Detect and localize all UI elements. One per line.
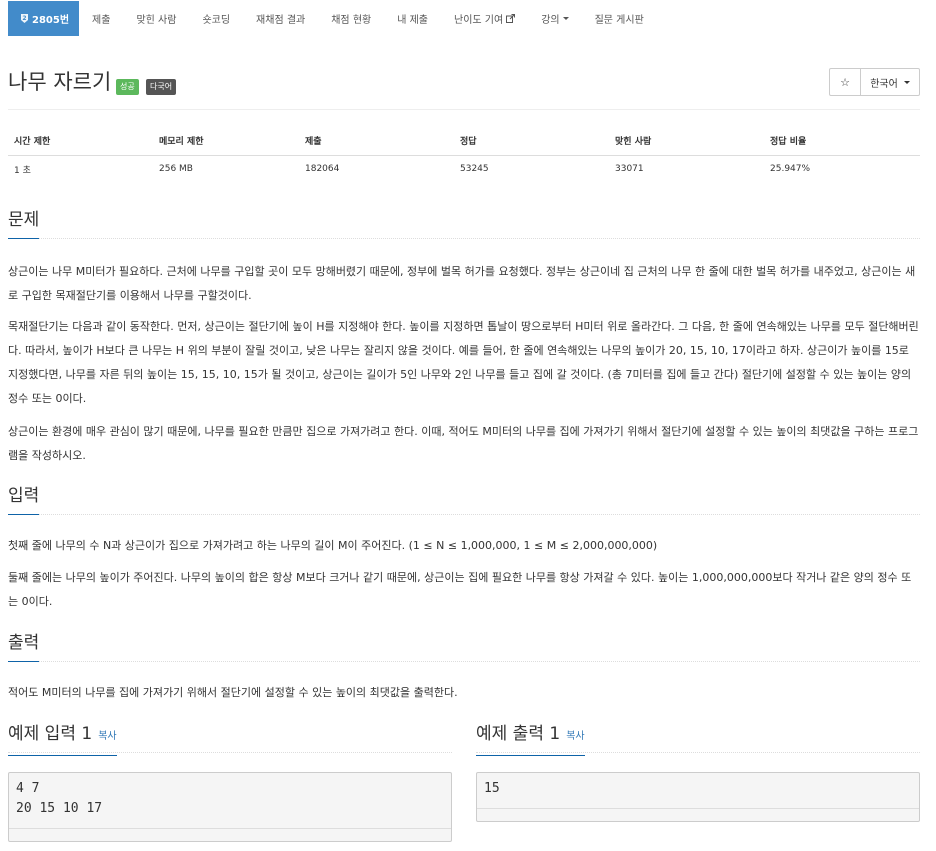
section-heading: 예제 출력 1 복사 <box>476 722 585 756</box>
sample-output-title: 예제 출력 1 <box>476 724 561 744</box>
table-row: 1 초 256 MB 182064 53245 33071 25.947% <box>8 155 920 183</box>
description-paragraph: 목재절단기는 다음과 같이 동작한다. 먼저, 상근이는 절단기에 높이 H를 … <box>8 320 919 405</box>
star-icon: ☆ <box>840 75 850 89</box>
external-link-icon <box>506 14 516 23</box>
tab-short-coding[interactable]: 숏코딩 <box>189 1 243 36</box>
section-description-header: 문제 <box>8 208 920 239</box>
column-header: 정답 <box>454 126 609 156</box>
problem-header: 나무 자르기 성공 다국어 ☆ 한국어 <box>8 66 920 110</box>
tab-label: 난이도 기여 <box>454 15 504 26</box>
section-heading: 출력 <box>8 631 40 662</box>
tab-solved-users[interactable]: 맞힌 사람 <box>123 1 189 36</box>
column-header: 정답 비율 <box>764 126 920 156</box>
tab-label: 질문 게시판 <box>594 15 644 26</box>
language-select-label: 한국어 <box>870 78 898 90</box>
sample-box-footer <box>477 808 919 821</box>
memory-limit-cell: 256 MB <box>159 164 193 175</box>
tab-lectures-dropdown[interactable]: 강의 <box>528 1 581 36</box>
tab-submit[interactable]: 제출 <box>79 1 123 36</box>
tab-label: 제출 <box>92 15 111 26</box>
accept-ratio-cell: 25.947% <box>770 164 811 175</box>
tab-difficulty-contribution[interactable]: 난이도 기여 <box>441 1 528 36</box>
copy-sample-output-link[interactable]: 복사 <box>566 731 584 742</box>
description-paragraph: 상근이는 환경에 매우 관심이 많기 때문에, 나무를 필요한 만큼만 집으로 … <box>8 425 919 462</box>
table-header-row: 시간 제한 메모리 제한 제출 정답 맞힌 사람 정답 비율 <box>8 126 920 156</box>
sample-input-box[interactable]: 4 7 20 15 10 17 <box>8 772 452 842</box>
tab-label: 내 제출 <box>397 15 428 26</box>
input-paragraph: 첫째 줄에 나무의 수 N과 상근이가 집으로 가져가려고 하는 나무의 길이 … <box>8 539 658 552</box>
submissions-cell: 182064 <box>305 164 340 175</box>
section-output-header: 출력 <box>8 631 920 662</box>
problem-info-table: 시간 제한 메모리 제한 제출 정답 맞힌 사람 정답 비율 1 초 256 M… <box>8 126 920 183</box>
caret-down-icon <box>903 80 910 84</box>
tab-label: 숏코딩 <box>202 15 231 26</box>
tab-label: 2805번 <box>32 15 70 26</box>
tab-my-submissions[interactable]: 내 제출 <box>384 1 441 36</box>
tab-label: 강의 <box>541 15 560 26</box>
tab-label: 채점 현황 <box>331 15 372 26</box>
tab-rejudge-results[interactable]: 재채점 결과 <box>243 1 318 36</box>
problem-title: 나무 자르기 <box>8 70 112 94</box>
favorite-star-button[interactable]: ☆ <box>829 68 861 96</box>
tab-problem-number[interactable]: 2 2805번 <box>8 1 80 36</box>
copy-sample-input-link[interactable]: 복사 <box>98 731 116 742</box>
tab-label: 맞힌 사람 <box>136 15 177 26</box>
column-header: 제출 <box>299 126 454 156</box>
column-header: 시간 제한 <box>8 126 153 156</box>
output-paragraph: 적어도 M미터의 나무를 집에 가져가기 위해서 절단기에 설정할 수 있는 높… <box>8 686 458 699</box>
description-paragraph: 상근이는 나무 M미터가 필요하다. 근처에 나무를 구입할 곳이 모두 망해버… <box>8 265 916 302</box>
sample-input-header: 예제 입력 1 복사 <box>8 722 452 756</box>
sample-output-box[interactable]: 15 <box>476 772 920 822</box>
tab-question-board[interactable]: 질문 게시판 <box>582 1 657 36</box>
solved-users-cell: 33071 <box>615 164 644 175</box>
sample-box-footer <box>9 828 451 841</box>
accepted-cell: 53245 <box>460 164 489 175</box>
svg-text:2: 2 <box>22 15 26 22</box>
input-paragraph: 둘째 줄에는 나무의 높이가 주어진다. 나무의 높이의 합은 항상 M보다 크… <box>8 571 912 608</box>
tier-badge-icon: 2 <box>20 13 29 24</box>
sample-output-text: 15 <box>484 781 500 796</box>
status-badge-success: 성공 <box>116 79 139 95</box>
language-select[interactable]: 한국어 <box>860 68 920 96</box>
section-input-header: 입력 <box>8 484 920 515</box>
sample-input-text: 4 7 20 15 10 17 <box>16 781 103 816</box>
problem-menu-tabs: 2 2805번 제출 맞힌 사람 숏코딩 재채점 결과 채점 현황 내 제출 난… <box>8 1 657 36</box>
tab-label: 재채점 결과 <box>256 15 306 26</box>
section-heading: 입력 <box>8 484 40 515</box>
column-header: 맞힌 사람 <box>609 126 764 156</box>
sample-input-title: 예제 입력 1 <box>8 724 93 744</box>
section-heading: 문제 <box>8 208 40 239</box>
column-header: 메모리 제한 <box>153 126 299 156</box>
section-heading: 예제 입력 1 복사 <box>8 722 117 756</box>
caret-down-icon <box>562 17 569 20</box>
tab-judge-status[interactable]: 채점 현황 <box>318 1 384 36</box>
time-limit-cell: 1 초 <box>14 165 31 176</box>
status-badge-multilang: 다국어 <box>146 79 177 95</box>
sample-output-header: 예제 출력 1 복사 <box>476 722 920 756</box>
